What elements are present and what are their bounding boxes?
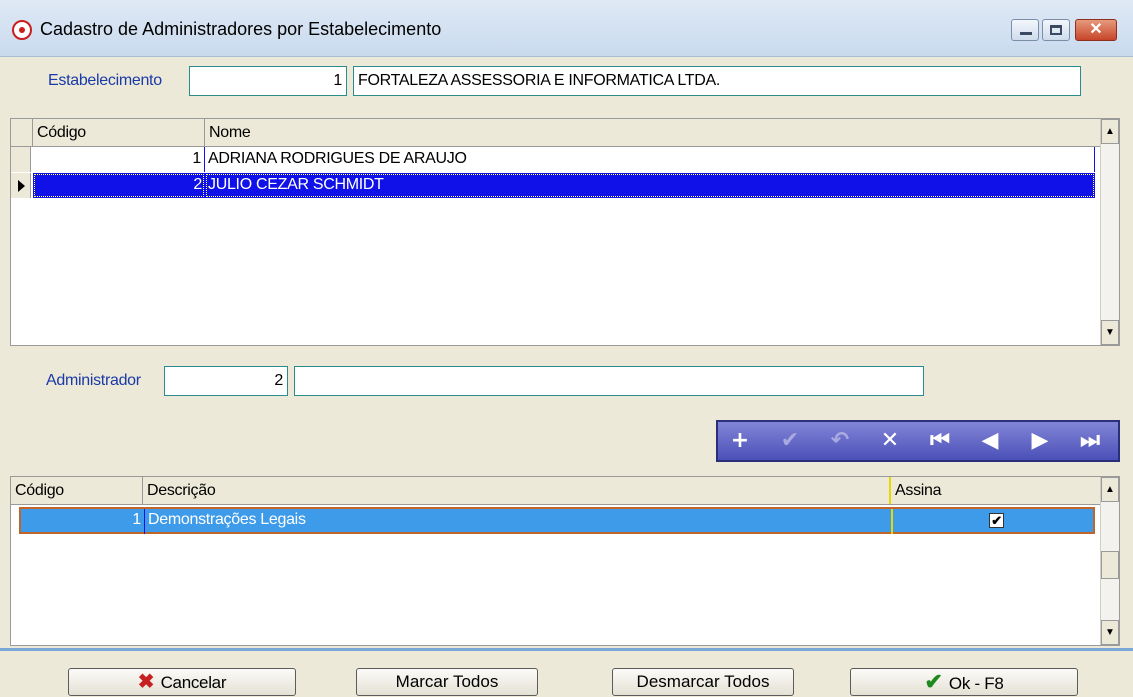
cell-nome: ADRIANA RODRIGUES DE ARAUJO [205, 147, 1095, 172]
prior-record-button[interactable]: ◀ [970, 426, 1010, 456]
estabelecimento-code-field[interactable]: 1 [189, 66, 347, 96]
scroll-down-button[interactable]: ▼ [1101, 320, 1119, 345]
close-icon: ✕ [1089, 21, 1103, 38]
window-title: Cadastro de Administradores por Estabele… [40, 19, 442, 39]
minimize-button[interactable] [1011, 19, 1039, 41]
administrador-name-field[interactable] [294, 366, 924, 396]
grid-header: Código Descrição Assina [11, 477, 1101, 505]
minimize-icon [1020, 32, 1032, 35]
column-header-nome[interactable]: Nome [205, 119, 1101, 146]
cell-descricao: Demonstrações Legais [145, 509, 893, 534]
estabelecimento-label: Estabelecimento [48, 72, 162, 89]
maximize-icon [1050, 25, 1062, 35]
mark-all-button[interactable]: Marcar Todos [356, 668, 538, 696]
scroll-up-button[interactable]: ▲ [1101, 119, 1119, 144]
table-row-selected[interactable]: 2 JULIO CEZAR SCHMIDT [11, 173, 1101, 198]
unmark-all-button[interactable]: Desmarcar Todos [612, 668, 794, 696]
unmark-all-button-label: Desmarcar Todos [636, 672, 770, 691]
app-icon [12, 20, 32, 40]
ok-button[interactable]: ✔ Ok - F8 [850, 668, 1078, 696]
cancel-button[interactable]: ✖ Cancelar [68, 668, 296, 696]
cancel-edit-button[interactable]: ↶ [820, 426, 860, 456]
first-record-button[interactable]: ⏮ [920, 426, 960, 456]
close-button[interactable]: ✕ [1075, 19, 1117, 41]
cancel-button-label: Cancelar [160, 673, 227, 692]
cell-codigo: 1 [33, 147, 205, 172]
insert-button[interactable]: + [720, 426, 760, 456]
grid-header: Código Nome [11, 119, 1101, 147]
descricao-grid[interactable]: Código Descrição Assina 1 Demonstrações … [10, 476, 1120, 646]
scroll-thumb[interactable] [1101, 551, 1119, 579]
assina-checkbox[interactable]: ✔ [989, 513, 1004, 528]
administrador-code-field[interactable]: 2 [164, 366, 288, 396]
cell-nome: JULIO CEZAR SCHMIDT [205, 173, 1095, 198]
column-header-codigo[interactable]: Código [33, 119, 205, 146]
current-row-icon [18, 180, 25, 192]
scroll-down-button[interactable]: ▼ [1101, 620, 1119, 645]
estabelecimento-name-field[interactable]: FORTALEZA ASSESSORIA E INFORMATICA LTDA. [353, 66, 1081, 96]
post-button[interactable]: ✔ [770, 426, 810, 456]
table-row[interactable]: 1 ADRIANA RODRIGUES DE ARAUJO [11, 147, 1101, 172]
next-record-button[interactable]: ▶ [1020, 426, 1060, 456]
ok-button-label: Ok - F8 [948, 674, 1004, 693]
vertical-scrollbar[interactable]: ▲ ▼ [1100, 119, 1119, 345]
cell-codigo: 1 [21, 509, 145, 534]
db-navigator: + ✔ ↶ ✕ ⏮ ◀ ▶ ⏭ [716, 420, 1120, 462]
delete-button[interactable]: ✕ [870, 426, 910, 456]
administrador-label: Administrador [46, 372, 141, 389]
last-record-button[interactable]: ⏭ [1070, 426, 1110, 456]
scroll-up-button[interactable]: ▲ [1101, 477, 1119, 502]
maximize-button[interactable] [1042, 19, 1070, 41]
row-indicator-current [11, 173, 31, 198]
row-indicator [11, 147, 31, 172]
vertical-scrollbar[interactable]: ▲ ▼ [1100, 477, 1119, 645]
cell-codigo: 2 [33, 173, 205, 198]
column-header-descricao[interactable]: Descrição [143, 477, 891, 504]
indicator-header [11, 119, 33, 146]
cancel-icon: ✖ [137, 671, 155, 693]
administradores-grid[interactable]: Código Nome 1 ADRIANA RODRIGUES DE ARAUJ… [10, 118, 1120, 346]
mark-all-button-label: Marcar Todos [395, 672, 499, 691]
cell-assina: ✔ [893, 509, 1093, 534]
column-header-codigo[interactable]: Código [11, 477, 143, 504]
title-bar: Cadastro de Administradores por Estabele… [0, 0, 1133, 57]
column-header-assina[interactable]: Assina [891, 477, 1101, 504]
table-row-selected[interactable]: 1 Demonstrações Legais ✔ [19, 507, 1095, 534]
ok-icon: ✔ [924, 669, 943, 694]
